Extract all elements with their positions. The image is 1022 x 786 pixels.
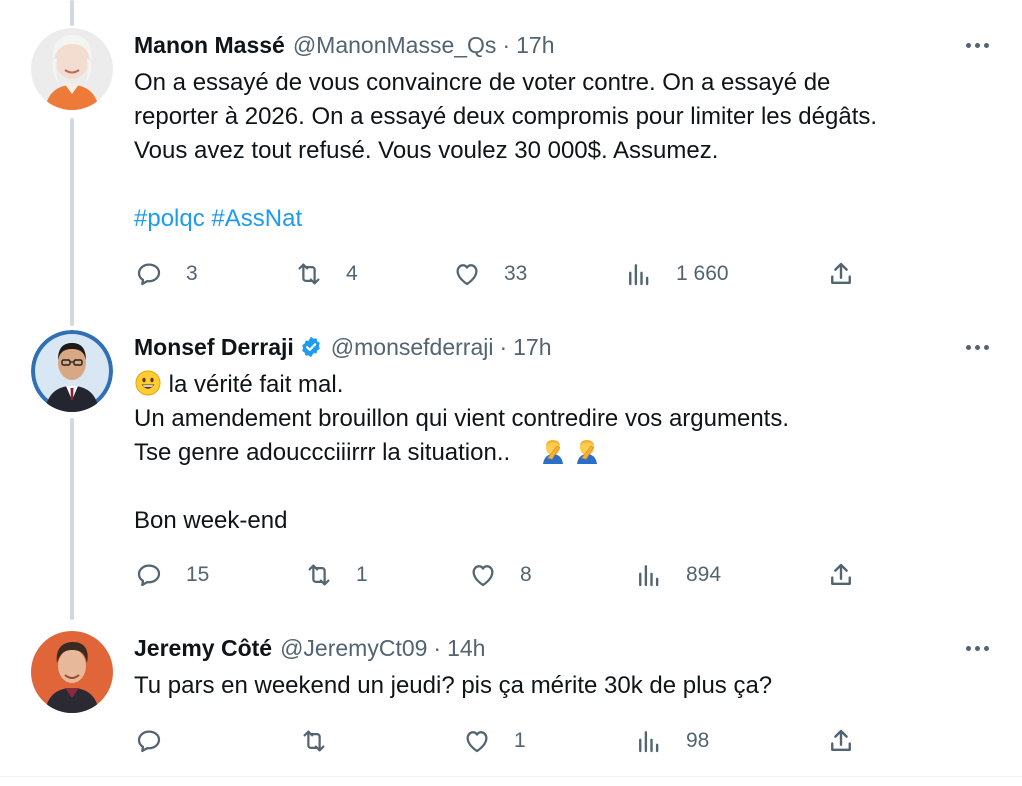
reply-icon xyxy=(134,259,164,289)
text-line: reporter à 2026. On a essayé deux compro… xyxy=(134,103,878,130)
timestamp[interactable]: 17h xyxy=(513,334,551,361)
reply-button[interactable]: 15 xyxy=(134,558,209,592)
hashtag-link[interactable]: #AssNat xyxy=(211,205,302,232)
reply-count: 3 xyxy=(186,262,198,285)
avatar[interactable] xyxy=(31,28,113,110)
retweet-count: 1 xyxy=(356,563,368,586)
more-icon[interactable] xyxy=(962,633,992,663)
tweet-header: Manon Massé @ManonMasse_Qs · 17h xyxy=(134,28,554,62)
hashtags: #polqc #AssNat xyxy=(134,202,877,236)
retweet-button[interactable] xyxy=(299,724,351,758)
like-icon xyxy=(468,560,498,590)
grinning-face-emoji xyxy=(134,369,162,397)
verified-badge-icon xyxy=(299,335,323,359)
share-button[interactable] xyxy=(826,558,856,592)
text-segment: la vérité fait mal. xyxy=(168,371,344,398)
like-count: 33 xyxy=(504,262,528,285)
author-handle[interactable]: @ManonMasse_Qs xyxy=(293,32,497,59)
more-icon[interactable] xyxy=(962,30,992,60)
views-button[interactable]: 98 xyxy=(634,724,709,758)
retweet-button[interactable]: 1 xyxy=(304,558,368,592)
text-segment: Tse genre adouccciiirrr la situation.. xyxy=(134,439,511,466)
views-count: 98 xyxy=(686,729,710,752)
author-name[interactable]: Monsef Derraji xyxy=(134,334,294,361)
action-bar: 1 98 xyxy=(134,724,874,758)
timestamp[interactable]: 14h xyxy=(447,635,485,662)
text-line: Vous avez tout refusé. Vous voulez 30 00… xyxy=(134,137,719,164)
retweet-icon xyxy=(304,560,334,590)
avatar[interactable] xyxy=(31,631,113,713)
facepalm-emoji xyxy=(539,437,567,465)
reply-icon xyxy=(134,560,164,590)
text-line: Tu pars en weekend un jeudi? pis ça méri… xyxy=(134,672,773,699)
separator: · xyxy=(433,634,442,661)
reply-button[interactable] xyxy=(134,724,186,758)
retweet-button[interactable]: 4 xyxy=(294,257,358,291)
avatar[interactable] xyxy=(31,330,113,412)
reply-icon xyxy=(134,726,164,756)
share-button[interactable] xyxy=(826,724,856,758)
like-icon xyxy=(452,259,482,289)
views-count: 1 660 xyxy=(676,262,729,285)
text-line: Tse genre adouccciiirrr la situation.. xyxy=(134,436,789,470)
tweet-text: Tu pars en weekend un jeudi? pis ça méri… xyxy=(134,669,772,703)
like-count: 8 xyxy=(520,563,532,586)
retweet-count: 4 xyxy=(346,262,358,285)
retweet-icon xyxy=(294,259,324,289)
like-button[interactable]: 33 xyxy=(452,257,527,291)
timestamp[interactable]: 17h xyxy=(516,32,554,59)
separator: · xyxy=(502,31,511,58)
like-count: 1 xyxy=(514,729,526,752)
views-icon xyxy=(634,560,664,590)
thread-line xyxy=(70,0,74,26)
like-button[interactable]: 1 xyxy=(462,724,526,758)
share-button[interactable] xyxy=(826,257,856,291)
tweet-monsef-derraji[interactable]: Monsef Derraji @monsefderraji · 17h la v… xyxy=(0,330,1022,620)
share-icon xyxy=(826,726,856,756)
tweet-text: la vérité fait mal. Un amendement brouil… xyxy=(134,368,789,538)
views-count: 894 xyxy=(686,563,722,586)
share-icon xyxy=(826,560,856,590)
hashtag-link[interactable]: #polqc xyxy=(134,205,205,232)
views-icon xyxy=(624,259,654,289)
reply-count: 15 xyxy=(186,563,210,586)
reply-button[interactable]: 3 xyxy=(134,257,198,291)
tweet-header: Jeremy Côté @JeremyCt09 · 14h xyxy=(134,631,485,665)
text-line: Bon week-end xyxy=(134,507,288,534)
author-handle[interactable]: @JeremyCt09 xyxy=(280,635,427,662)
like-icon xyxy=(462,726,492,756)
views-button[interactable]: 894 xyxy=(634,558,721,592)
separator: · xyxy=(499,333,508,360)
action-bar: 3 4 33 1 660 xyxy=(134,257,874,291)
like-button[interactable]: 8 xyxy=(468,558,532,592)
author-name[interactable]: Manon Massé xyxy=(134,32,285,59)
views-button[interactable]: 1 660 xyxy=(624,257,729,291)
divider xyxy=(0,776,1022,777)
share-icon xyxy=(826,259,856,289)
text-line: Un amendement brouillon qui vient contre… xyxy=(134,405,790,432)
author-handle[interactable]: @monsefderraji xyxy=(331,334,494,361)
tweet-manon-masse[interactable]: Manon Massé @ManonMasse_Qs · 17h On a es… xyxy=(0,28,1022,318)
tweet-jeremy-cote[interactable]: Jeremy Côté @JeremyCt09 · 14h Tu pars en… xyxy=(0,631,1022,771)
author-name[interactable]: Jeremy Côté xyxy=(134,635,272,662)
more-icon[interactable] xyxy=(962,332,992,362)
tweet-text: On a essayé de vous convaincre de voter … xyxy=(134,66,877,236)
tweet-header: Monsef Derraji @monsefderraji · 17h xyxy=(134,330,552,364)
action-bar: 15 1 8 894 xyxy=(134,558,874,592)
text-line: la vérité fait mal. xyxy=(134,368,789,402)
text-line: On a essayé de vous convaincre de voter … xyxy=(134,69,831,96)
retweet-icon xyxy=(299,726,329,756)
facepalm-emoji xyxy=(573,437,601,465)
views-icon xyxy=(634,726,664,756)
